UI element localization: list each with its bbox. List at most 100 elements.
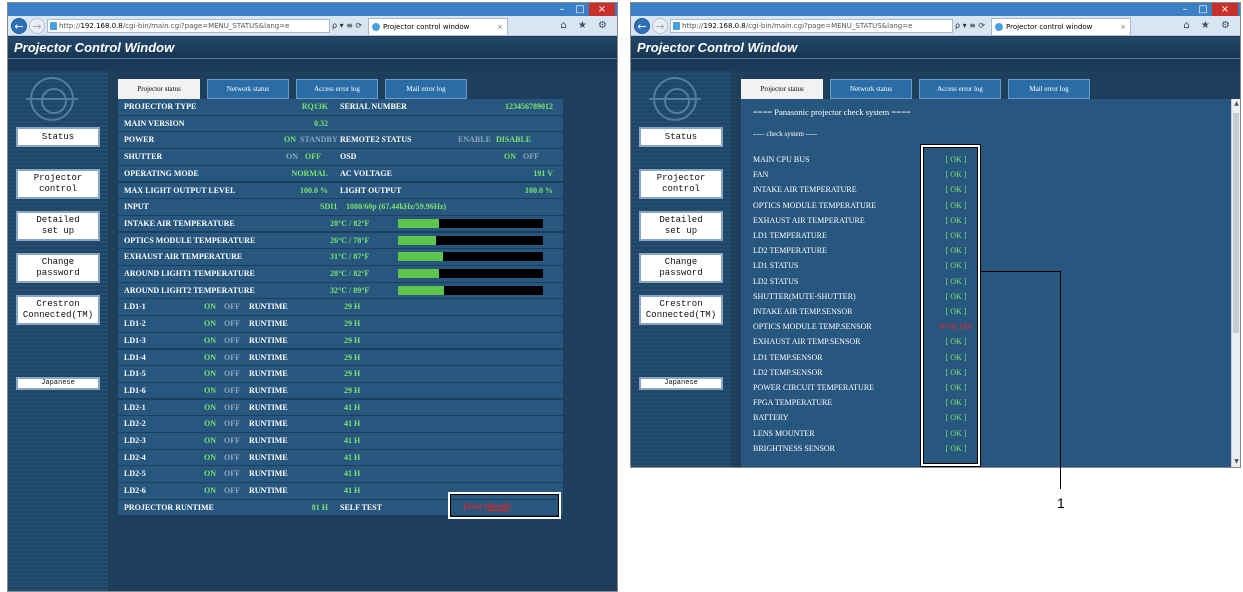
projector-logo-icon <box>649 77 701 121</box>
row-light-source: LD2-5 ON OFF RUNTIME 41 H <box>118 466 563 482</box>
ld-runtime: 29 H <box>344 319 361 329</box>
crestron-button[interactable]: Crestron Connected(TM) <box>639 295 723 325</box>
check-item-name: FPGA TEMPERATURE <box>753 398 833 408</box>
home-star-gear-icons[interactable]: ⌂ ★ ⚙ <box>560 18 611 34</box>
self-test-label: SELF TEST <box>340 502 383 512</box>
ld-off: OFF <box>224 469 240 479</box>
temperature-bar-fill <box>398 218 439 228</box>
address-bar[interactable]: http://192.168.0.8/cgi-bin/main.cgi?page… <box>670 19 953 33</box>
status-button[interactable]: Status <box>16 127 100 147</box>
japanese-button[interactable]: Japanese <box>16 377 100 390</box>
tab-projector-status[interactable]: Projector status <box>741 79 823 99</box>
change-password-button[interactable]: Change password <box>16 253 100 283</box>
home-star-gear-icons[interactable]: ⌂ ★ ⚙ <box>1183 18 1234 34</box>
projector-control-button[interactable]: Projector control <box>639 169 723 199</box>
app-header: Projector Control Window <box>8 37 617 59</box>
row-light-source: LD1-4 ON OFF RUNTIME 29 H <box>118 349 563 366</box>
scroll-thumb[interactable] <box>1233 113 1239 333</box>
runtime-label: RUNTIME <box>249 469 288 479</box>
tab-close-icon[interactable]: × <box>497 19 503 35</box>
tab-mail-error-log[interactable]: Mail error log <box>385 79 467 99</box>
projector-type-value: RQ13K <box>301 102 328 111</box>
page-icon <box>50 22 57 30</box>
projector-type-label: PROJECTOR TYPE <box>124 102 197 111</box>
tab-network-status[interactable]: Network status <box>207 79 289 99</box>
runtime-label: RUNTIME <box>249 452 288 462</box>
ld-name: LD1-2 <box>124 319 146 329</box>
maximize-button[interactable]: □ <box>571 3 589 16</box>
main-version-label: MAIN VERSION <box>124 118 185 128</box>
temperature-value: 31°C / 87°F <box>330 252 370 262</box>
close-button[interactable]: × <box>1212 3 1238 16</box>
detailed-setup-button[interactable]: Detailed set up <box>16 211 100 241</box>
check-item-name: EXHAUST AIR TEMP.SENSOR <box>753 337 861 347</box>
title-bar: – □ × <box>8 3 617 16</box>
japanese-button[interactable]: Japanese <box>639 377 723 390</box>
serial-number-value: 123456789012 <box>505 102 553 111</box>
ld-runtime: 29 H <box>344 369 361 379</box>
ld-on: ON <box>204 402 216 412</box>
check-item-name: MAIN CPU BUS <box>753 155 810 164</box>
check-heading: ==== Panasonic projector check system ==… <box>753 107 911 117</box>
row-light-source: LD2-1 ON OFF RUNTIME 41 H <box>118 399 563 416</box>
main-content: Projector status Network status Access e… <box>731 71 1240 467</box>
vertical-scrollbar[interactable]: ▲ ▼ <box>1231 99 1240 467</box>
ld-name: LD2-2 <box>124 419 146 429</box>
browser-tab[interactable]: Projector control window × <box>368 18 508 35</box>
temperature-bar <box>398 235 543 245</box>
tab-projector-status[interactable]: Projector status <box>118 79 200 99</box>
detailed-setup-button[interactable]: Detailed set up <box>639 211 723 241</box>
tab-close-icon[interactable]: × <box>1120 19 1126 35</box>
browser-tab[interactable]: Projector control window × <box>991 18 1131 35</box>
close-button[interactable]: × <box>589 3 615 16</box>
tab-access-error-log[interactable]: Access error log <box>919 79 1001 99</box>
search-refresh-icons[interactable]: ρ ▾ ≡ ⟳ <box>955 19 989 33</box>
row-projector-runtime: PROJECTOR RUNTIME 81 H SELF TEST Error (Det… <box>118 491 563 519</box>
check-item-name: BATTERY <box>753 413 789 423</box>
ld-name: LD2-1 <box>124 402 146 412</box>
change-password-button[interactable]: Change password <box>639 253 723 283</box>
ld-runtime: 29 H <box>344 352 361 362</box>
minimize-button[interactable]: – <box>553 3 571 16</box>
address-bar[interactable]: http://192.168.0.8/cgi-bin/main.cgi?page… <box>47 19 330 33</box>
ac-voltage-label: AC VOLTAGE <box>340 168 392 178</box>
serial-number-label: SERIAL NUMBER <box>340 102 407 111</box>
crestron-button[interactable]: Crestron Connected(TM) <box>16 295 100 325</box>
search-refresh-icons[interactable]: ρ ▾ ≡ ⟳ <box>332 19 366 33</box>
tab-bar: Projector status Network status Access e… <box>118 79 467 99</box>
ld-on: ON <box>204 335 216 345</box>
minimize-button[interactable]: – <box>1176 3 1194 16</box>
temperature-value: 32°C / 89°F <box>330 285 370 295</box>
ld-on: ON <box>204 319 216 329</box>
forward-arrow-icon[interactable]: → <box>29 18 45 34</box>
projector-control-button[interactable]: Projector control <box>16 169 100 199</box>
tab-access-error-log[interactable]: Access error log <box>296 79 378 99</box>
check-item-name: LD2 TEMPERATURE <box>753 246 827 256</box>
ld-off: OFF <box>224 452 240 462</box>
temperature-label: EXHAUST AIR TEMPERATURE <box>124 252 243 262</box>
check-item-name: LD1 TEMPERATURE <box>753 231 827 240</box>
tab-network-status[interactable]: Network status <box>830 79 912 99</box>
row-temperature: INTAKE AIR TEMPERATURE 28°C / 82°F <box>118 215 563 232</box>
row-temperature: EXHAUST AIR TEMPERATURE 31°C / 87°F <box>118 249 563 265</box>
maximize-button[interactable]: □ <box>1194 3 1212 16</box>
osd-off: OFF <box>523 152 539 162</box>
scroll-up-icon[interactable]: ▲ <box>1232 99 1240 109</box>
forward-arrow-icon[interactable]: → <box>652 18 668 34</box>
check-item-name: LD2 TEMP.SENSOR <box>753 367 823 377</box>
runtime-label: RUNTIME <box>249 319 288 329</box>
temperature-bar <box>398 285 543 295</box>
ld-on: ON <box>204 469 216 479</box>
input-signal-value: 1080/60p (67.44kHz/59.96Hz) <box>346 202 447 212</box>
status-button[interactable]: Status <box>639 127 723 147</box>
ld-on: ON <box>204 452 216 462</box>
ld-on: ON <box>204 436 216 445</box>
back-arrow-icon[interactable]: ← <box>11 18 27 34</box>
input-label: INPUT <box>124 202 149 212</box>
power-standby: STANDBY <box>300 135 338 145</box>
scroll-down-icon[interactable]: ▼ <box>1232 457 1240 467</box>
back-arrow-icon[interactable]: ← <box>634 18 650 34</box>
check-item-name: SHUTTER(MUTE-SHUTTER) <box>753 291 856 301</box>
ld-off: OFF <box>224 436 240 445</box>
tab-mail-error-log[interactable]: Mail error log <box>1008 79 1090 99</box>
